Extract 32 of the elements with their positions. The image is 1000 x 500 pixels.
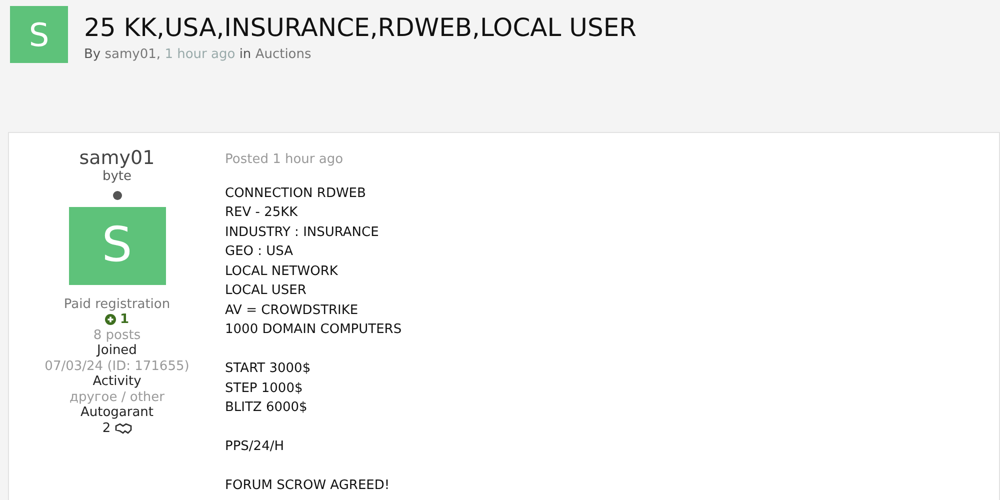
author-group: Paid registration: [64, 296, 170, 312]
joined-date: 07/03/24 (ID: 171655): [44, 358, 190, 374]
post-line: CONNECTION RDWEB: [225, 184, 367, 202]
author-link[interactable]: samy01,: [104, 47, 161, 62]
post-line: LOCAL NETWORK: [225, 262, 339, 280]
reputation-count: 1: [120, 312, 130, 328]
post-line: LOCAL USER: [225, 282, 308, 300]
post-line: BLITZ 6000$: [225, 399, 308, 417]
post-line: PPS/24/H: [225, 438, 286, 456]
topic-title: 25 KK,USA,INSURANCE,RDWEB,LOCAL USER: [84, 12, 636, 44]
plus-icon: [104, 314, 116, 326]
post-line: REV - 25KK: [225, 204, 299, 222]
post-line: GEO : USA: [225, 243, 294, 261]
post-line: INDUSTRY : INSURANCE: [225, 224, 380, 242]
post-line: FORUM SCROW AGREED!: [225, 477, 391, 495]
author-name[interactable]: samy01: [79, 147, 155, 169]
post-line: AV = CROWDSTRIKE: [225, 302, 360, 320]
post-line: START 3000$: [225, 360, 312, 378]
joined-label: Joined: [97, 343, 137, 358]
activity-value: другое / other: [70, 390, 164, 405]
avatar[interactable]: S: [10, 6, 68, 63]
forum-link[interactable]: Auctions: [255, 47, 312, 62]
post-count: 8 posts: [93, 328, 141, 343]
topic-byline: By samy01, 1 hour ago in Auctions: [84, 46, 312, 64]
post-line: 1000 DOMAIN COMPUTERS: [225, 321, 402, 339]
activity-label: Activity: [92, 374, 142, 390]
autogarant-label: Autogarant: [80, 405, 154, 420]
autogarant-count: 2: [102, 420, 111, 436]
post-date: Posted 1 hour ago: [225, 151, 344, 169]
author-rank: byte: [102, 169, 132, 184]
author-avatar[interactable]: S: [68, 206, 166, 284]
post-line: STEP 1000$: [225, 380, 304, 398]
